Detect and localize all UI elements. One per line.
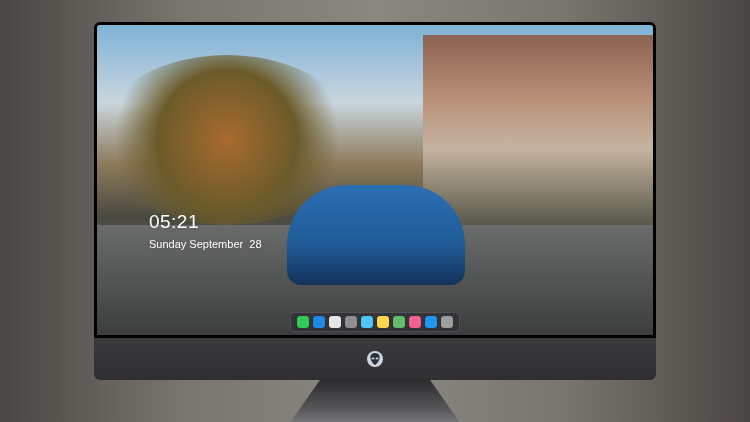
lock-screen-clock: 05:21 Sunday September 28 xyxy=(149,211,262,251)
dock-app-icon[interactable] xyxy=(361,316,373,328)
dock-app-icon[interactable] xyxy=(329,316,341,328)
page: 05:21 Sunday September 28 xyxy=(0,0,750,422)
dock-app-icon[interactable] xyxy=(345,316,357,328)
dock-app-icon[interactable] xyxy=(297,316,309,328)
dock-app-icon[interactable] xyxy=(313,316,325,328)
screen: 05:21 Sunday September 28 xyxy=(94,22,656,338)
time-label: 05:21 xyxy=(149,211,262,233)
wallpaper-car xyxy=(287,185,465,285)
wallpaper-house xyxy=(423,35,653,225)
dock-app-icon[interactable] xyxy=(393,316,405,328)
dock-app-icon[interactable] xyxy=(425,316,437,328)
brand-logo-icon xyxy=(366,350,384,368)
dock xyxy=(290,312,460,332)
dock-app-icon[interactable] xyxy=(441,316,453,328)
dock-app-icon[interactable] xyxy=(409,316,421,328)
monitor-stand xyxy=(289,380,461,422)
dock-app-icon[interactable] xyxy=(377,316,389,328)
monitor-chin xyxy=(94,338,656,380)
date-label: Sunday September 28 xyxy=(149,237,262,251)
monitor: 05:21 Sunday September 28 xyxy=(94,22,656,380)
